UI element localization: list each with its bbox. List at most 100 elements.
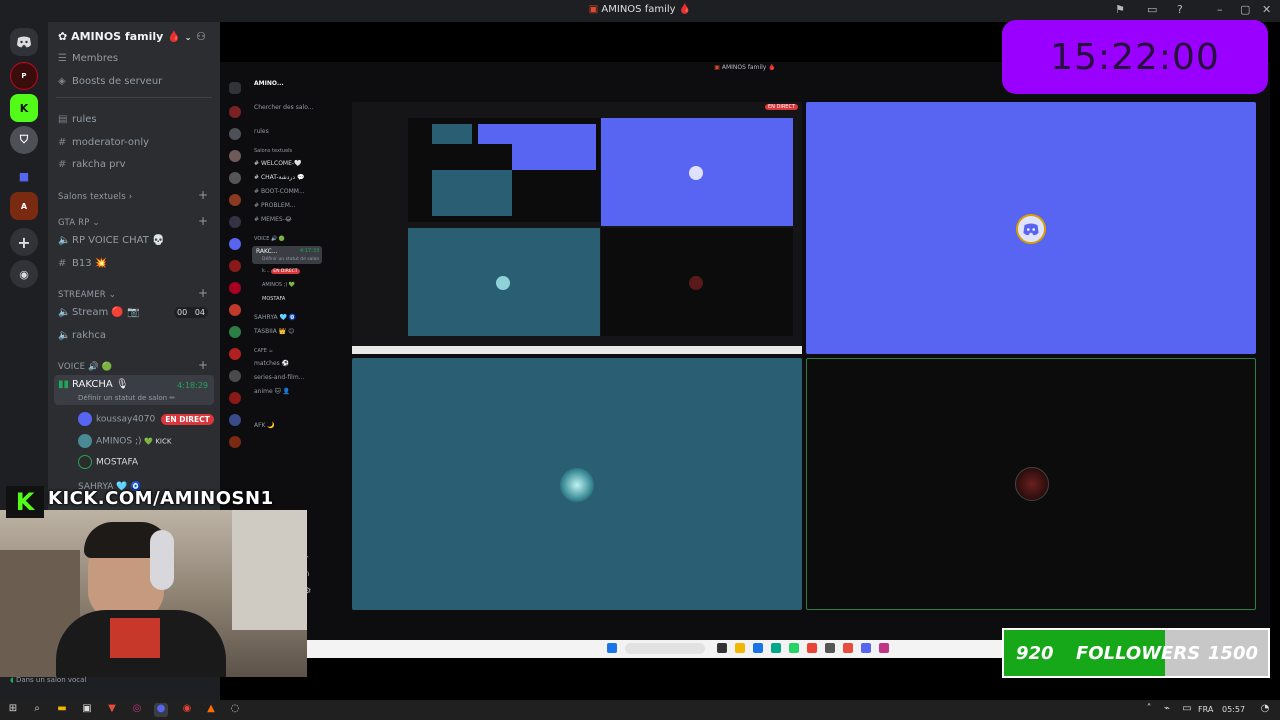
voice-channel-rakcha[interactable]: ▮▮ RAKCHA 🎙	[58, 379, 129, 390]
server-icon[interactable]	[229, 216, 241, 228]
server-icon[interactable]	[229, 392, 241, 404]
server-icon[interactable]	[229, 282, 241, 294]
nested-voice-user[interactable]: k... EN DIRECT	[262, 268, 300, 274]
chrome-icon[interactable]: ◉	[180, 703, 194, 717]
chrome-icon[interactable]	[807, 643, 817, 653]
server-icon-2[interactable]: A	[10, 192, 38, 220]
app-icon[interactable]	[825, 643, 835, 653]
tray-chevron-icon[interactable]: ˄	[1142, 703, 1156, 717]
nested-channel[interactable]: # CHAT-دردشة 💬	[254, 174, 304, 181]
discord-taskbar-icon[interactable]: ●	[154, 703, 168, 717]
nested-channel-rules[interactable]: rules	[254, 128, 269, 135]
instagram-icon[interactable]	[879, 643, 889, 653]
add-channel-icon[interactable]: +	[198, 214, 208, 228]
add-server-icon[interactable]: +	[10, 228, 38, 256]
server-icon[interactable]	[229, 326, 241, 338]
app-icon[interactable]	[771, 643, 781, 653]
voice-status[interactable]: Définir un statut de salon ✏	[78, 394, 175, 402]
channel-moderator-only[interactable]: # moderator-only	[58, 137, 149, 148]
nested-voice-user[interactable]: AMINOS ;) 💚	[262, 282, 295, 288]
add-channel-icon[interactable]: +	[198, 358, 208, 372]
search-box[interactable]	[625, 643, 705, 654]
folder-icon[interactable]	[735, 643, 745, 653]
nested-channel[interactable]: anime 🐱 👤	[254, 388, 290, 395]
server-icon[interactable]	[229, 370, 241, 382]
explore-icon[interactable]: ◉	[10, 260, 38, 288]
file-explorer-icon[interactable]: ▬	[55, 703, 69, 717]
edge-icon[interactable]	[753, 643, 763, 653]
server-icon[interactable]	[229, 436, 241, 448]
nested-channel[interactable]: AFK 🌙	[254, 422, 275, 429]
taskbar-clock[interactable]: 05:57	[1222, 705, 1245, 714]
windows-start-icon[interactable]	[607, 643, 617, 653]
server-icon-1[interactable]: P	[10, 62, 38, 90]
windows-start-icon[interactable]: ⊞	[6, 703, 20, 717]
server-icon[interactable]	[229, 106, 241, 118]
stream-tile-koussay[interactable]	[806, 102, 1256, 354]
discord-home-icon[interactable]	[229, 82, 241, 94]
channel-rakcha-prv[interactable]: # rakcha prv	[58, 159, 126, 170]
server-icon[interactable]	[229, 260, 241, 272]
language-indicator[interactable]: FRA	[1198, 705, 1213, 714]
server-icon-shield[interactable]: ⛉	[10, 126, 38, 154]
category-text-channels[interactable]: Salons textuels ›	[58, 192, 132, 202]
stream-tile-aminos[interactable]	[352, 358, 802, 610]
category-streamer[interactable]: STREAMER ⌄	[58, 290, 116, 300]
kick-server-icon[interactable]: K	[10, 94, 38, 122]
obs-icon[interactable]: ◌	[228, 703, 242, 717]
add-channel-icon[interactable]: +	[198, 188, 208, 202]
voice-user-aminos[interactable]: AMINOS ;) 💚 KICK	[78, 434, 171, 448]
server-header[interactable]: ✿ AMINOS family 🩸 ⌄	[58, 30, 191, 43]
server-icon[interactable]	[229, 238, 241, 250]
inbox-icon[interactable]: ⚑	[1115, 3, 1125, 16]
app-icon[interactable]: ▼	[105, 703, 119, 717]
server-icon[interactable]	[229, 304, 241, 316]
mic-icon[interactable]: ⌁	[1160, 703, 1174, 717]
discord-taskbar-icon[interactable]	[861, 643, 871, 653]
discord-home-icon[interactable]	[10, 28, 38, 56]
voice-user-mostafa[interactable]: MOSTAFA	[78, 455, 138, 469]
category-gta-rp[interactable]: GTA RP ⌄	[58, 218, 100, 228]
server-icon[interactable]	[229, 150, 241, 162]
taskview-icon[interactable]	[717, 643, 727, 653]
nested-server-name[interactable]: AMINO...	[254, 80, 284, 87]
network-icon[interactable]: ▭	[1180, 703, 1194, 717]
sidebar-item-boosts[interactable]: ◈ Boosts de serveur	[58, 76, 162, 87]
maximize-icon[interactable]: ▢	[1240, 3, 1250, 16]
nested-search[interactable]: Chercher des salo...	[254, 104, 313, 111]
nested-channel[interactable]: # MEMES-😂	[254, 216, 292, 223]
app-icon[interactable]	[843, 643, 853, 653]
nested-channel[interactable]: SAHRYA 🩵 🧿	[254, 314, 296, 321]
taskview-icon[interactable]: ▣	[80, 703, 94, 717]
add-channel-icon[interactable]: +	[198, 286, 208, 300]
add-member-icon[interactable]: ⚇	[196, 30, 206, 43]
nested-channel[interactable]: # WELCOME-🤍	[254, 160, 302, 167]
nested-channel[interactable]: # PROBLEM...	[254, 202, 296, 209]
server-icon[interactable]	[229, 172, 241, 184]
channel-b13[interactable]: # B13 💥	[58, 258, 107, 269]
channel-stream[interactable]: 🔈 Stream 🔴 📷	[58, 307, 139, 318]
channel-rp-voice-chat[interactable]: 🔈 RP VOICE CHAT 💀	[58, 235, 164, 246]
server-icon[interactable]	[229, 348, 241, 360]
nested-voice-user[interactable]: MOSTAFA	[262, 296, 285, 302]
nested-channel[interactable]: matches ⚽	[254, 360, 289, 367]
server-icon[interactable]	[229, 128, 241, 140]
nested-channel[interactable]: series-and-film...	[254, 374, 304, 381]
folder-icon[interactable]: ■	[10, 162, 38, 190]
nested-channel[interactable]: # BOOT-COMM...	[254, 188, 305, 195]
stream-tile-screen[interactable]: EN DIRECT	[352, 102, 802, 354]
app-icon[interactable]: ▲	[204, 703, 218, 717]
monitor-icon[interactable]: ▭	[1147, 3, 1157, 16]
help-icon[interactable]: ?	[1177, 3, 1183, 16]
server-icon[interactable]	[229, 414, 241, 426]
notification-icon[interactable]: ◔	[1258, 703, 1272, 717]
stream-tile-mostafa[interactable]	[806, 358, 1256, 610]
minimize-icon[interactable]: –	[1217, 3, 1223, 16]
instagram-icon[interactable]: ◎	[130, 703, 144, 717]
nested-voice-channel[interactable]: RAKC...	[256, 248, 278, 255]
server-icon[interactable]	[229, 194, 241, 206]
whatsapp-icon[interactable]	[789, 643, 799, 653]
sidebar-item-members[interactable]: ☰ Membres	[58, 53, 118, 64]
close-icon[interactable]: ✕	[1262, 3, 1271, 16]
channel-rakhca[interactable]: 🔈 rakhca	[58, 330, 106, 341]
